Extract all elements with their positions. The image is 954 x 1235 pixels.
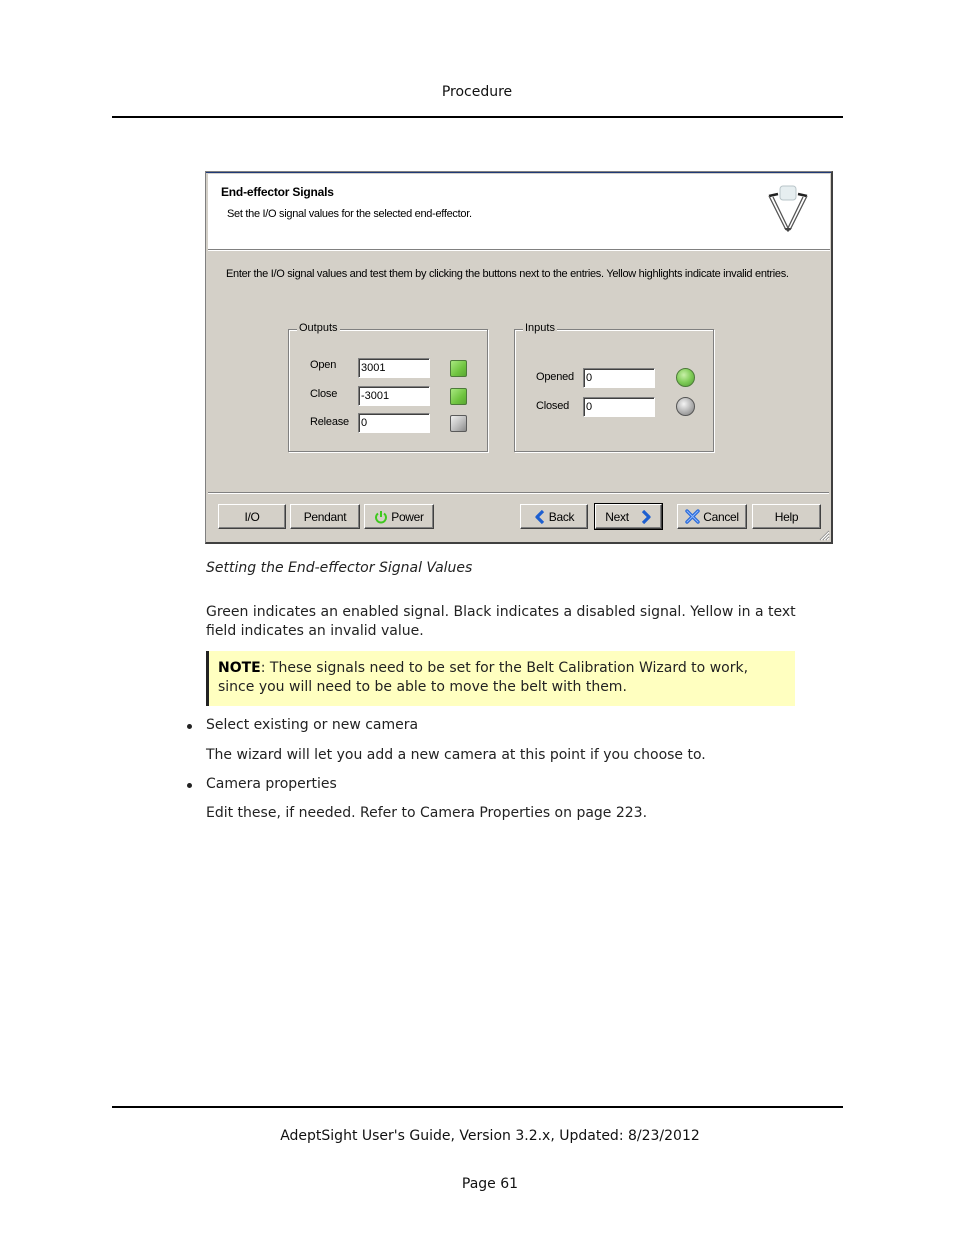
closed-signal-input[interactable] [583, 397, 655, 417]
opened-label: Opened [536, 371, 574, 383]
figure-caption: Setting the End-effector Signal Values [206, 560, 473, 576]
opened-indicator [676, 368, 695, 387]
note-text: : These signals need to be set for the B… [218, 660, 749, 695]
power-button[interactable]: Power [364, 504, 434, 529]
page-header: Procedure [441, 84, 513, 100]
close-signal-input[interactable] [358, 386, 430, 406]
bullet-title: Select existing or new camera [206, 717, 419, 733]
cancel-button[interactable]: Cancel [677, 504, 747, 529]
end-effector-signals-dialog: End-effector Signals Set the I/O signal … [205, 171, 833, 544]
bullet-dot-icon [187, 724, 192, 729]
signal-color-paragraph: Green indicates an enabled signal. Black… [206, 604, 796, 639]
closed-indicator [676, 397, 695, 416]
footer-rule [112, 1106, 843, 1108]
dialog-title: End-effector Signals [221, 185, 334, 199]
dialog-instructions: Enter the I/O signal values and test the… [226, 268, 789, 280]
back-button[interactable]: Back [520, 504, 588, 529]
back-arrow-icon [535, 509, 544, 524]
close-label: Close [310, 388, 338, 400]
dialog-subtitle: Set the I/O signal values for the select… [227, 208, 472, 220]
note-label: NOTE [218, 660, 261, 676]
next-button[interactable]: Next [594, 503, 663, 530]
pendant-button-label: Pendant [303, 509, 347, 524]
bullet-detail: The wizard will let you add a new camera… [206, 747, 706, 763]
pendant-button[interactable]: Pendant [290, 504, 360, 529]
release-label: Release [310, 416, 349, 428]
open-label: Open [310, 359, 337, 371]
bullet-dot-icon [187, 783, 192, 788]
help-button[interactable]: Help [752, 504, 821, 529]
outputs-groupbox: Outputs Open Close Release [288, 322, 488, 452]
open-test-button[interactable] [450, 360, 467, 377]
close-test-button[interactable] [450, 388, 467, 405]
note-box: NOTE: These signals need to be set for t… [206, 651, 795, 706]
outputs-legend: Outputs [297, 322, 340, 334]
bullet-detail: Edit these, if needed. Refer to Camera P… [206, 805, 648, 821]
bullet-title: Camera properties [206, 776, 337, 792]
next-arrow-icon [641, 509, 651, 524]
help-button-label: Help [774, 509, 799, 524]
inputs-groupbox: Inputs Opened Closed [514, 322, 714, 452]
header-rule [112, 116, 843, 118]
dialog-header: End-effector Signals Set the I/O signal … [208, 174, 830, 251]
release-signal-input[interactable] [358, 413, 430, 433]
io-button[interactable]: I/O [218, 504, 286, 529]
opened-signal-input[interactable] [583, 368, 655, 388]
delta-robot-icon [768, 185, 808, 232]
closed-label: Closed [536, 400, 570, 412]
open-signal-input[interactable] [358, 358, 430, 378]
inputs-legend: Inputs [523, 322, 557, 334]
power-icon [375, 510, 388, 523]
io-button-label: I/O [244, 509, 260, 524]
page-number: Page 61 [461, 1176, 519, 1192]
power-button-label: Power [391, 509, 424, 524]
button-separator [208, 492, 829, 494]
release-test-button[interactable] [450, 415, 467, 432]
cancel-button-label: Cancel [703, 509, 739, 524]
cancel-x-icon [685, 509, 700, 524]
back-button-label: Back [548, 509, 575, 524]
next-button-label: Next [605, 509, 629, 524]
resize-grip-icon[interactable] [818, 529, 830, 541]
footer-guide-info: AdeptSight User's Guide, Version 3.2.x, … [280, 1128, 700, 1144]
